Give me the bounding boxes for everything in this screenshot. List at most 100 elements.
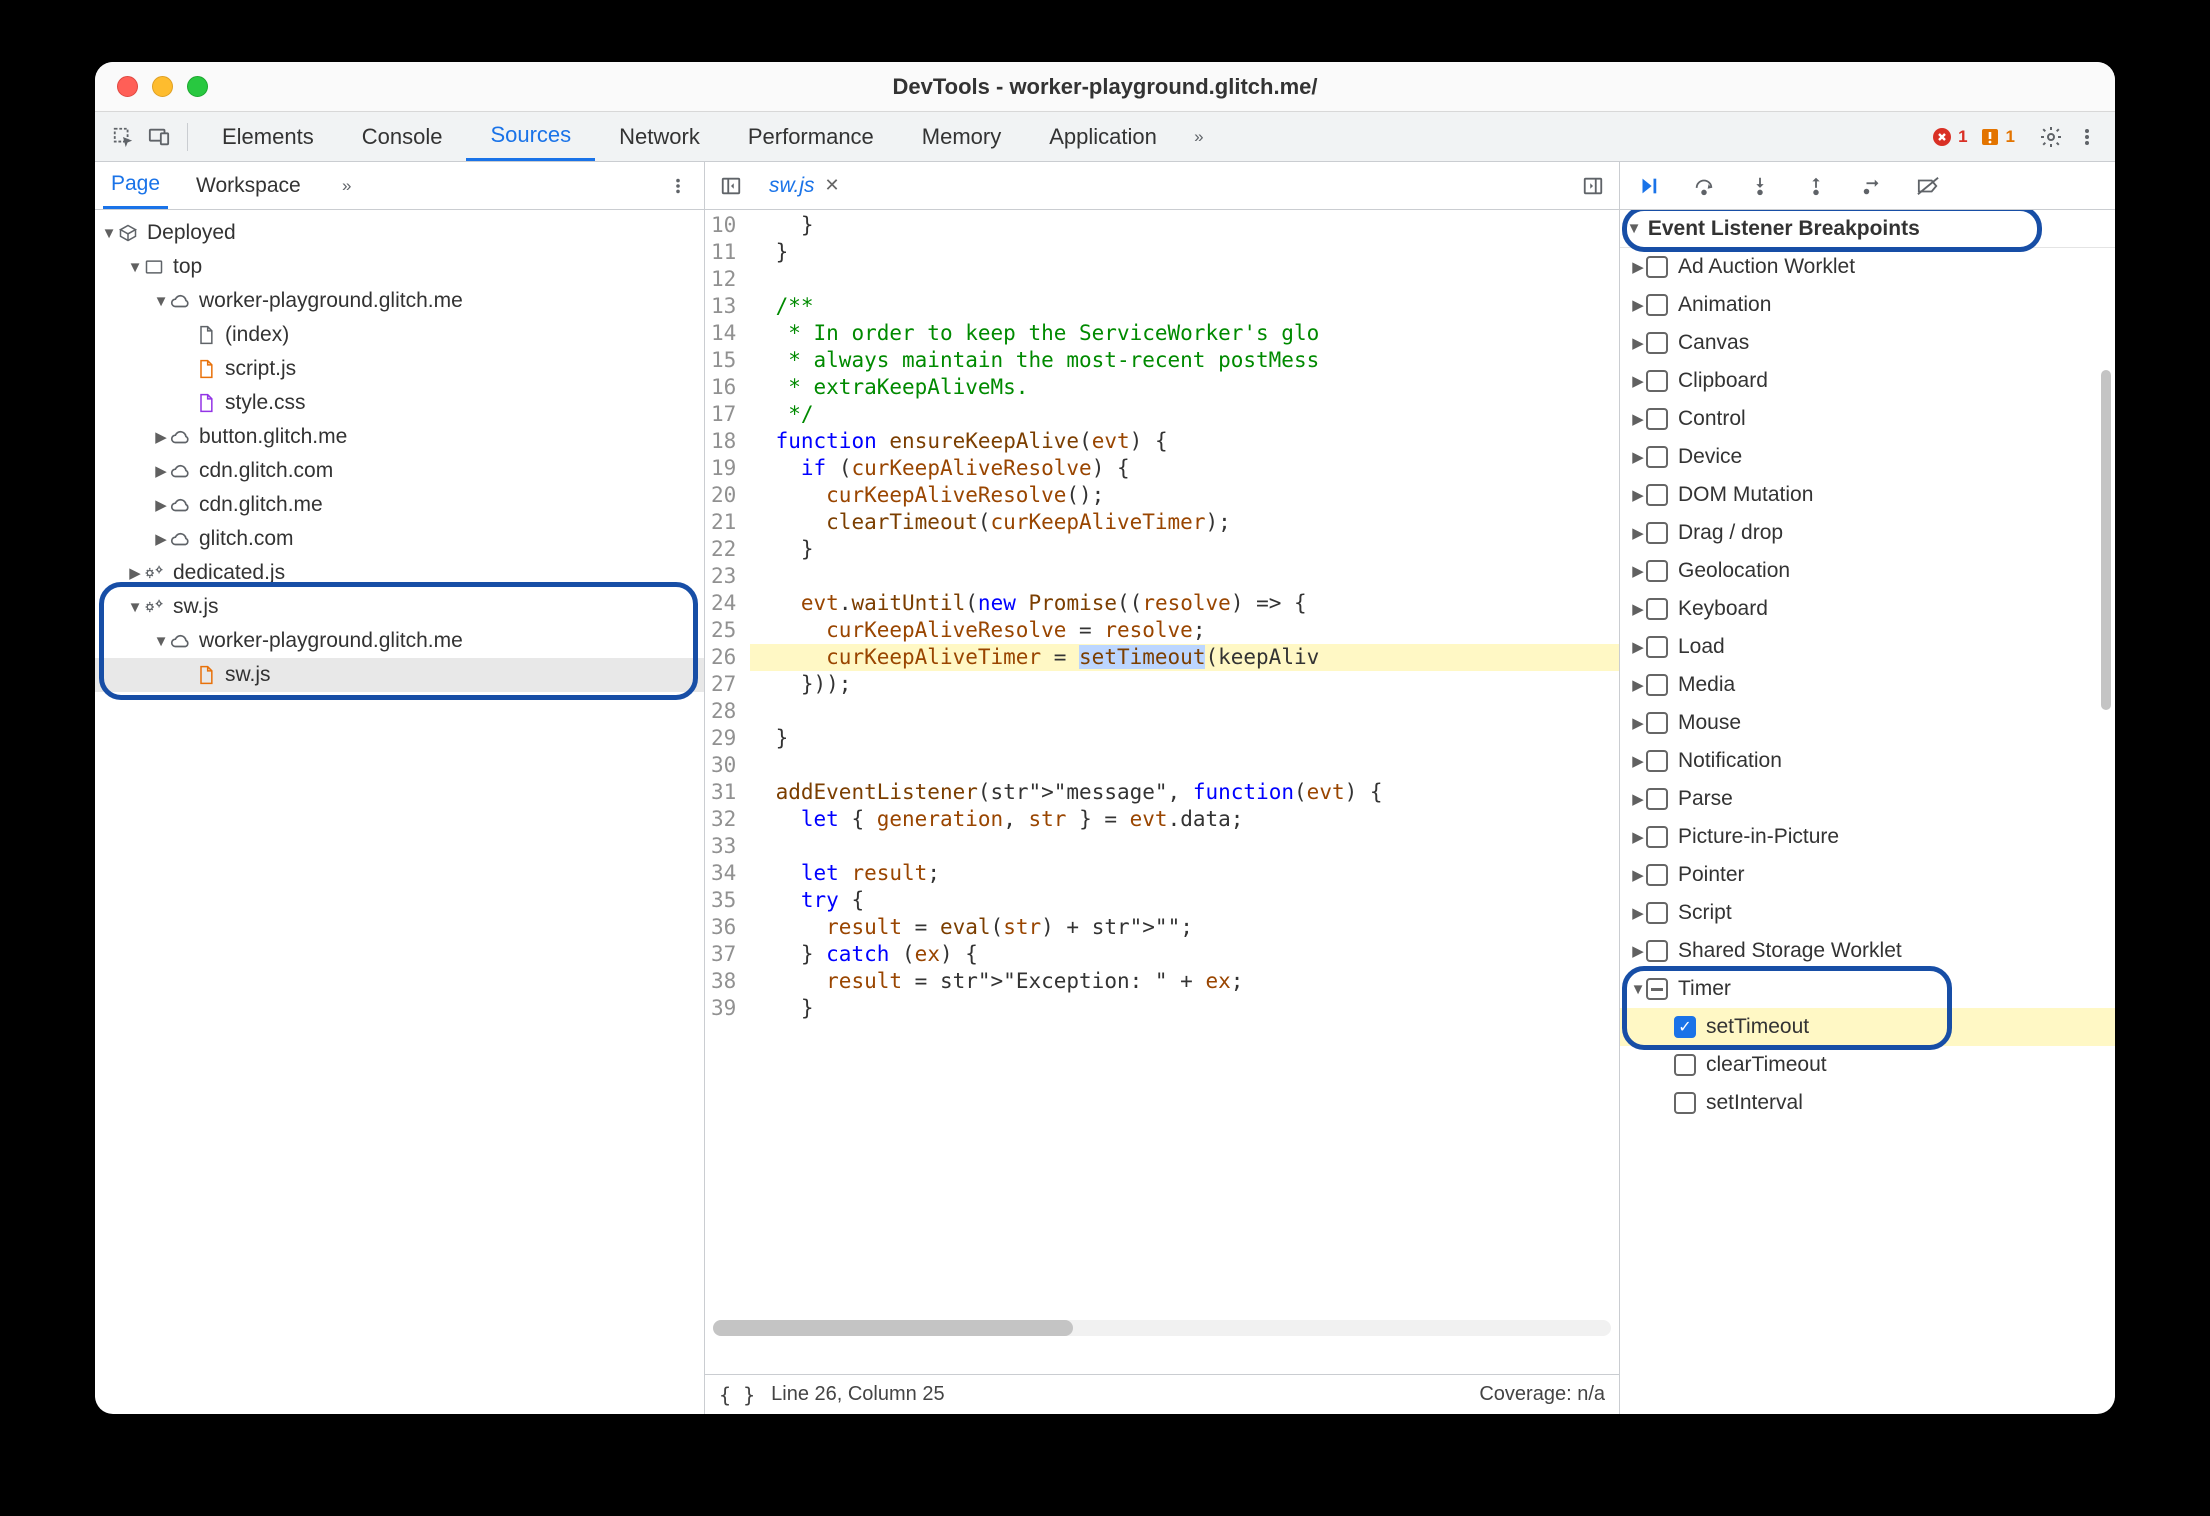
tree-row[interactable]: ▼sw.js xyxy=(95,590,704,624)
category-row[interactable]: ▶ Clipboard xyxy=(1620,362,2115,400)
tab-performance[interactable]: Performance xyxy=(724,112,898,161)
disclosure-triangle-icon[interactable]: ▶ xyxy=(153,496,169,514)
disclosure-triangle-icon[interactable]: ▶ xyxy=(1630,638,1646,656)
category-row[interactable]: ▶ Drag / drop xyxy=(1620,514,2115,552)
event-row[interactable]: setInterval xyxy=(1620,1084,2115,1122)
tab-application[interactable]: Application xyxy=(1025,112,1181,161)
disclosure-triangle-icon[interactable]: ▼ xyxy=(1626,220,1642,237)
disclosure-triangle-icon[interactable]: ▶ xyxy=(153,428,169,446)
file-tree[interactable]: ▼Deployed▼top▼worker-playground.glitch.m… xyxy=(95,210,704,1414)
disclosure-triangle-icon[interactable]: ▶ xyxy=(127,564,143,582)
disclosure-triangle-icon[interactable]: ▶ xyxy=(1630,828,1646,846)
disclosure-triangle-icon[interactable]: ▶ xyxy=(1630,372,1646,390)
error-badge[interactable]: 1 xyxy=(1932,127,1967,147)
device-toolbar-icon[interactable] xyxy=(141,119,177,155)
step-out-icon[interactable] xyxy=(1798,168,1834,204)
checkbox-unchecked-icon[interactable] xyxy=(1674,1054,1696,1076)
disclosure-triangle-icon[interactable]: ▶ xyxy=(1630,562,1646,580)
resume-icon[interactable] xyxy=(1630,168,1666,204)
disclosure-triangle-icon[interactable]: ▼ xyxy=(1630,981,1646,998)
category-row[interactable]: ▶ Load xyxy=(1620,628,2115,666)
category-row[interactable]: ▶ Ad Auction Worklet xyxy=(1620,248,2115,286)
disclosure-triangle-icon[interactable]: ▶ xyxy=(1630,676,1646,694)
checkbox-unchecked-icon[interactable] xyxy=(1646,788,1668,810)
disclosure-triangle-icon[interactable]: ▶ xyxy=(1630,790,1646,808)
section-header[interactable]: ▼ Event Listener Breakpoints xyxy=(1620,210,2115,248)
category-row[interactable]: ▶ Parse xyxy=(1620,780,2115,818)
deactivate-breakpoints-icon[interactable] xyxy=(1910,168,1946,204)
checkbox-unchecked-icon[interactable] xyxy=(1646,332,1668,354)
disclosure-triangle-icon[interactable]: ▶ xyxy=(1630,942,1646,960)
checkbox-unchecked-icon[interactable] xyxy=(1646,674,1668,696)
checkbox-unchecked-icon[interactable] xyxy=(1646,370,1668,392)
more-subtabs-button[interactable]: » xyxy=(329,168,365,204)
more-tabs-button[interactable]: » xyxy=(1181,119,1217,155)
minimize-window-button[interactable] xyxy=(152,76,173,97)
category-row[interactable]: ▶ Shared Storage Worklet xyxy=(1620,932,2115,970)
tree-row[interactable]: ▼worker-playground.glitch.me xyxy=(95,284,704,318)
checkbox-unchecked-icon[interactable] xyxy=(1646,522,1668,544)
category-row[interactable]: ▶ Canvas xyxy=(1620,324,2115,362)
checkbox-unchecked-icon[interactable] xyxy=(1674,1092,1696,1114)
tree-row[interactable]: ▼worker-playground.glitch.me xyxy=(95,624,704,658)
tree-row[interactable]: ▶dedicated.js xyxy=(95,556,704,590)
checkbox-unchecked-icon[interactable] xyxy=(1646,446,1668,468)
disclosure-triangle-icon[interactable]: ▼ xyxy=(153,293,169,310)
disclosure-triangle-icon[interactable]: ▶ xyxy=(1630,486,1646,504)
category-row[interactable]: ▶ Device xyxy=(1620,438,2115,476)
category-row[interactable]: ▼ Timer xyxy=(1620,970,2115,1008)
disclosure-triangle-icon[interactable]: ▶ xyxy=(1630,524,1646,542)
editor-tab-swjs[interactable]: sw.js ✕ xyxy=(759,162,850,209)
tree-row[interactable]: style.css xyxy=(95,386,704,420)
tab-memory[interactable]: Memory xyxy=(898,112,1025,161)
tab-elements[interactable]: Elements xyxy=(198,112,338,161)
checkbox-unchecked-icon[interactable] xyxy=(1646,636,1668,658)
tree-row[interactable]: sw.js xyxy=(95,658,704,692)
vertical-scrollbar[interactable] xyxy=(2101,370,2111,710)
disclosure-triangle-icon[interactable]: ▶ xyxy=(1630,600,1646,618)
category-row[interactable]: ▶ Mouse xyxy=(1620,704,2115,742)
disclosure-triangle-icon[interactable]: ▶ xyxy=(1630,258,1646,276)
tree-row[interactable]: ▼Deployed xyxy=(95,216,704,250)
zoom-window-button[interactable] xyxy=(187,76,208,97)
kebab-menu-icon[interactable] xyxy=(660,168,696,204)
checkbox-mixed-icon[interactable] xyxy=(1646,978,1668,1000)
category-row[interactable]: ▶ Notification xyxy=(1620,742,2115,780)
disclosure-triangle-icon[interactable]: ▶ xyxy=(153,462,169,480)
checkbox-unchecked-icon[interactable] xyxy=(1646,712,1668,734)
event-row[interactable]: clearTimeout xyxy=(1620,1046,2115,1084)
checkbox-unchecked-icon[interactable] xyxy=(1646,294,1668,316)
category-row[interactable]: ▶ Script xyxy=(1620,894,2115,932)
category-row[interactable]: ▶ Picture-in-Picture xyxy=(1620,818,2115,856)
step-over-icon[interactable] xyxy=(1686,168,1722,204)
category-row[interactable]: ▶ Keyboard xyxy=(1620,590,2115,628)
category-row[interactable]: ▶ Media xyxy=(1620,666,2115,704)
disclosure-triangle-icon[interactable]: ▶ xyxy=(1630,296,1646,314)
checkbox-unchecked-icon[interactable] xyxy=(1646,826,1668,848)
checkbox-unchecked-icon[interactable] xyxy=(1646,256,1668,278)
checkbox-unchecked-icon[interactable] xyxy=(1646,598,1668,620)
warning-badge[interactable]: 1 xyxy=(1980,127,2015,147)
disclosure-triangle-icon[interactable]: ▶ xyxy=(1630,904,1646,922)
close-window-button[interactable] xyxy=(117,76,138,97)
breakpoints-panel[interactable]: ▼ Event Listener Breakpoints▶ Ad Auction… xyxy=(1620,210,2115,1414)
disclosure-triangle-icon[interactable]: ▼ xyxy=(101,225,117,242)
step-into-icon[interactable] xyxy=(1742,168,1778,204)
category-row[interactable]: ▶ Geolocation xyxy=(1620,552,2115,590)
disclosure-triangle-icon[interactable]: ▼ xyxy=(153,633,169,650)
checkbox-unchecked-icon[interactable] xyxy=(1646,408,1668,430)
kebab-menu-icon[interactable] xyxy=(2069,119,2105,155)
category-row[interactable]: ▶ DOM Mutation xyxy=(1620,476,2115,514)
gear-icon[interactable] xyxy=(2033,119,2069,155)
toggle-navigator-icon[interactable] xyxy=(713,168,749,204)
close-tab-icon[interactable]: ✕ xyxy=(825,175,840,196)
toggle-debugger-icon[interactable] xyxy=(1575,168,1611,204)
category-row[interactable]: ▶ Animation xyxy=(1620,286,2115,324)
disclosure-triangle-icon[interactable]: ▶ xyxy=(1630,714,1646,732)
horizontal-scrollbar[interactable] xyxy=(713,1320,1611,1336)
checkbox-unchecked-icon[interactable] xyxy=(1646,940,1668,962)
checkbox-unchecked-icon[interactable] xyxy=(1646,864,1668,886)
tree-row[interactable]: ▶cdn.glitch.com xyxy=(95,454,704,488)
disclosure-triangle-icon[interactable]: ▶ xyxy=(1630,334,1646,352)
tree-row[interactable]: ▶glitch.com xyxy=(95,522,704,556)
